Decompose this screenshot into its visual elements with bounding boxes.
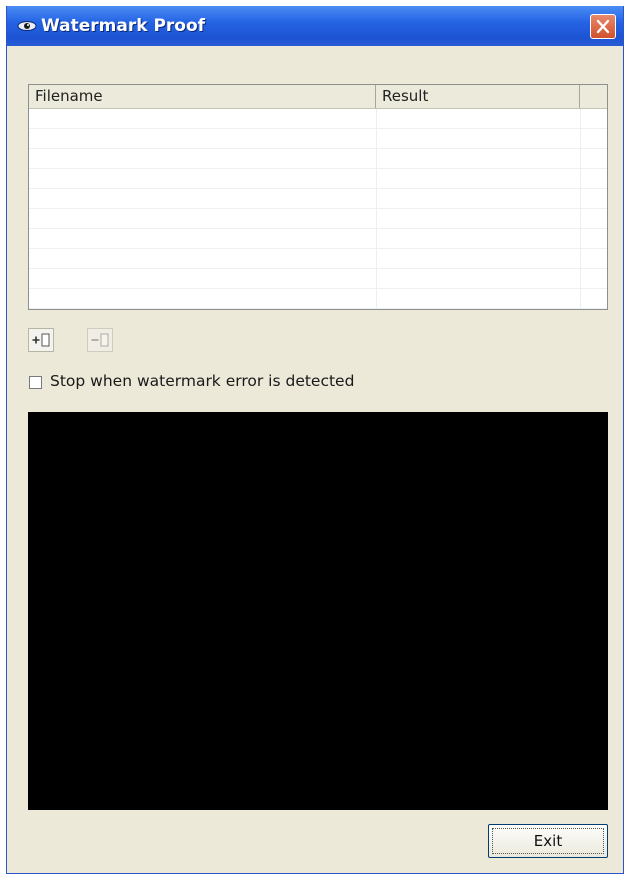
watermark-proof-window: Watermark Proof Filename Result Stop whe… (6, 6, 624, 874)
list-row (29, 149, 607, 169)
list-row (29, 269, 607, 289)
close-icon (596, 19, 610, 34)
file-list[interactable]: Filename Result (28, 84, 608, 310)
eye-icon (16, 18, 38, 32)
remove-file-icon (91, 333, 109, 347)
list-row (29, 229, 607, 249)
column-divider (580, 109, 581, 309)
exit-button[interactable]: Exit (488, 824, 608, 858)
list-header: Filename Result (29, 85, 607, 109)
title-bar[interactable]: Watermark Proof (7, 6, 623, 46)
column-header-empty[interactable] (580, 85, 607, 108)
list-row (29, 109, 607, 129)
list-row (29, 289, 607, 309)
list-row (29, 209, 607, 229)
stop-on-error-checkbox[interactable] (29, 376, 42, 389)
exit-button-label: Exit (533, 832, 563, 850)
remove-file-button[interactable] (87, 328, 113, 352)
close-button[interactable] (590, 14, 616, 39)
list-row (29, 249, 607, 269)
add-file-button[interactable] (28, 328, 54, 352)
log-output-panel[interactable] (28, 412, 608, 810)
column-divider (376, 109, 377, 309)
list-row (29, 189, 607, 209)
list-body[interactable] (29, 109, 607, 309)
window-title: Watermark Proof (41, 16, 206, 36)
list-row (29, 169, 607, 189)
column-header-result[interactable]: Result (376, 85, 580, 108)
column-header-filename[interactable]: Filename (29, 85, 376, 108)
list-row (29, 129, 607, 149)
stop-on-error-label[interactable]: Stop when watermark error is detected (50, 372, 354, 390)
add-file-icon (32, 333, 50, 347)
